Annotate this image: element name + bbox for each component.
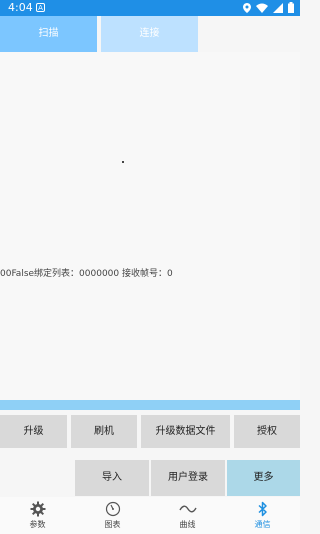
wave-icon bbox=[178, 505, 197, 513]
bottom-nav: 参数 图表 曲线 通信 bbox=[0, 497, 300, 534]
nav-label-curve: 曲线 bbox=[179, 520, 196, 529]
battery-icon bbox=[288, 2, 294, 13]
dot-marker bbox=[122, 161, 124, 163]
status-bar: 4:04 A bbox=[0, 0, 300, 16]
wifi-icon bbox=[256, 3, 268, 13]
user-login-button[interactable]: 用户登录 bbox=[151, 460, 225, 496]
import-button[interactable]: 导入 bbox=[75, 460, 149, 496]
binding-status-text: 00False绑定列表：0000000 接收帧号：0 bbox=[0, 269, 173, 279]
more-button[interactable]: 更多 bbox=[227, 460, 300, 496]
upgrade-button[interactable]: 升级 bbox=[0, 415, 67, 448]
authorize-button[interactable]: 授权 bbox=[234, 415, 300, 448]
status-icons bbox=[243, 2, 294, 13]
upgrade-data-file-button[interactable]: 升级数据文件 bbox=[141, 415, 230, 448]
bluetooth-icon bbox=[257, 501, 267, 517]
gear-icon bbox=[30, 501, 45, 517]
tab-scan[interactable]: 扫描 bbox=[0, 16, 97, 52]
gauge-icon bbox=[105, 501, 120, 517]
nav-label-chart: 图表 bbox=[104, 520, 121, 529]
status-time: 4:04 bbox=[8, 1, 33, 14]
notification-a-icon: A bbox=[36, 3, 45, 12]
signal-icon bbox=[273, 2, 283, 13]
nav-item-comm[interactable]: 通信 bbox=[225, 497, 300, 534]
nav-item-curve[interactable]: 曲线 bbox=[150, 497, 225, 534]
main-content: 00False绑定列表：0000000 接收帧号：0 bbox=[0, 52, 300, 400]
nav-label-params: 参数 bbox=[29, 520, 46, 529]
nav-label-comm: 通信 bbox=[254, 520, 271, 529]
flash-button[interactable]: 刷机 bbox=[71, 415, 137, 448]
location-icon bbox=[243, 2, 251, 13]
tab-connect[interactable]: 连接 bbox=[101, 16, 198, 52]
accent-divider bbox=[0, 400, 300, 410]
nav-item-params[interactable]: 参数 bbox=[0, 497, 75, 534]
nav-item-chart[interactable]: 图表 bbox=[75, 497, 150, 534]
